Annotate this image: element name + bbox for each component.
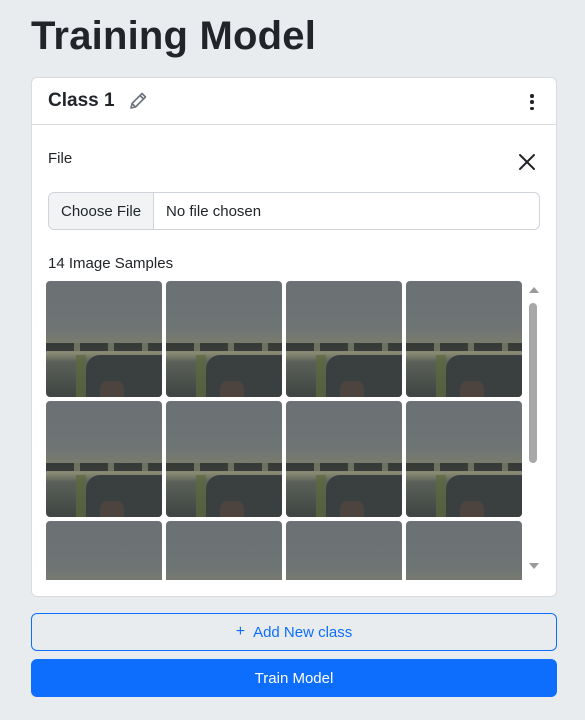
- image-sample-thumbnail[interactable]: [166, 521, 282, 580]
- page-title: Training Model: [31, 14, 317, 58]
- scroll-up-arrow[interactable]: [529, 287, 539, 293]
- plus-icon: +: [235, 623, 246, 640]
- image-sample-thumbnail[interactable]: [166, 281, 282, 397]
- class-card: Class 1 File Choose File No file chosen …: [31, 77, 557, 597]
- image-sample-thumbnail[interactable]: [406, 521, 522, 580]
- scroll-down-arrow[interactable]: [529, 563, 539, 569]
- image-sample-thumbnail[interactable]: [286, 281, 402, 397]
- file-input[interactable]: Choose File No file chosen: [48, 192, 540, 230]
- scroll-thumb[interactable]: [529, 303, 537, 463]
- image-sample-thumbnail[interactable]: [46, 521, 162, 580]
- image-sample-thumbnail[interactable]: [46, 401, 162, 517]
- file-status: No file chosen: [166, 202, 262, 220]
- image-sample-thumbnail[interactable]: [406, 401, 522, 517]
- image-sample-thumbnail[interactable]: [406, 281, 522, 397]
- add-new-class-button[interactable]: + Add New class: [31, 613, 557, 651]
- class-card-header: Class 1: [32, 78, 556, 125]
- file-label: File: [48, 150, 73, 167]
- image-sample-thumbnail[interactable]: [286, 521, 402, 580]
- choose-file-button[interactable]: Choose File: [49, 193, 155, 229]
- image-sample-thumbnail[interactable]: [46, 281, 162, 397]
- gallery-scrollbar[interactable]: [526, 283, 540, 575]
- samples-count-label: 14 Image Samples: [48, 255, 174, 272]
- image-samples-gallery[interactable]: [46, 281, 526, 580]
- kebab-menu-icon[interactable]: [526, 92, 538, 112]
- close-icon[interactable]: [518, 153, 536, 171]
- class-name: Class 1: [48, 90, 115, 111]
- pencil-icon[interactable]: [127, 90, 149, 112]
- thumbnail-grid: [46, 281, 526, 580]
- add-new-class-label: Add New class: [253, 623, 353, 641]
- image-sample-thumbnail[interactable]: [166, 401, 282, 517]
- train-model-button[interactable]: Train Model: [31, 659, 557, 697]
- image-sample-thumbnail[interactable]: [286, 401, 402, 517]
